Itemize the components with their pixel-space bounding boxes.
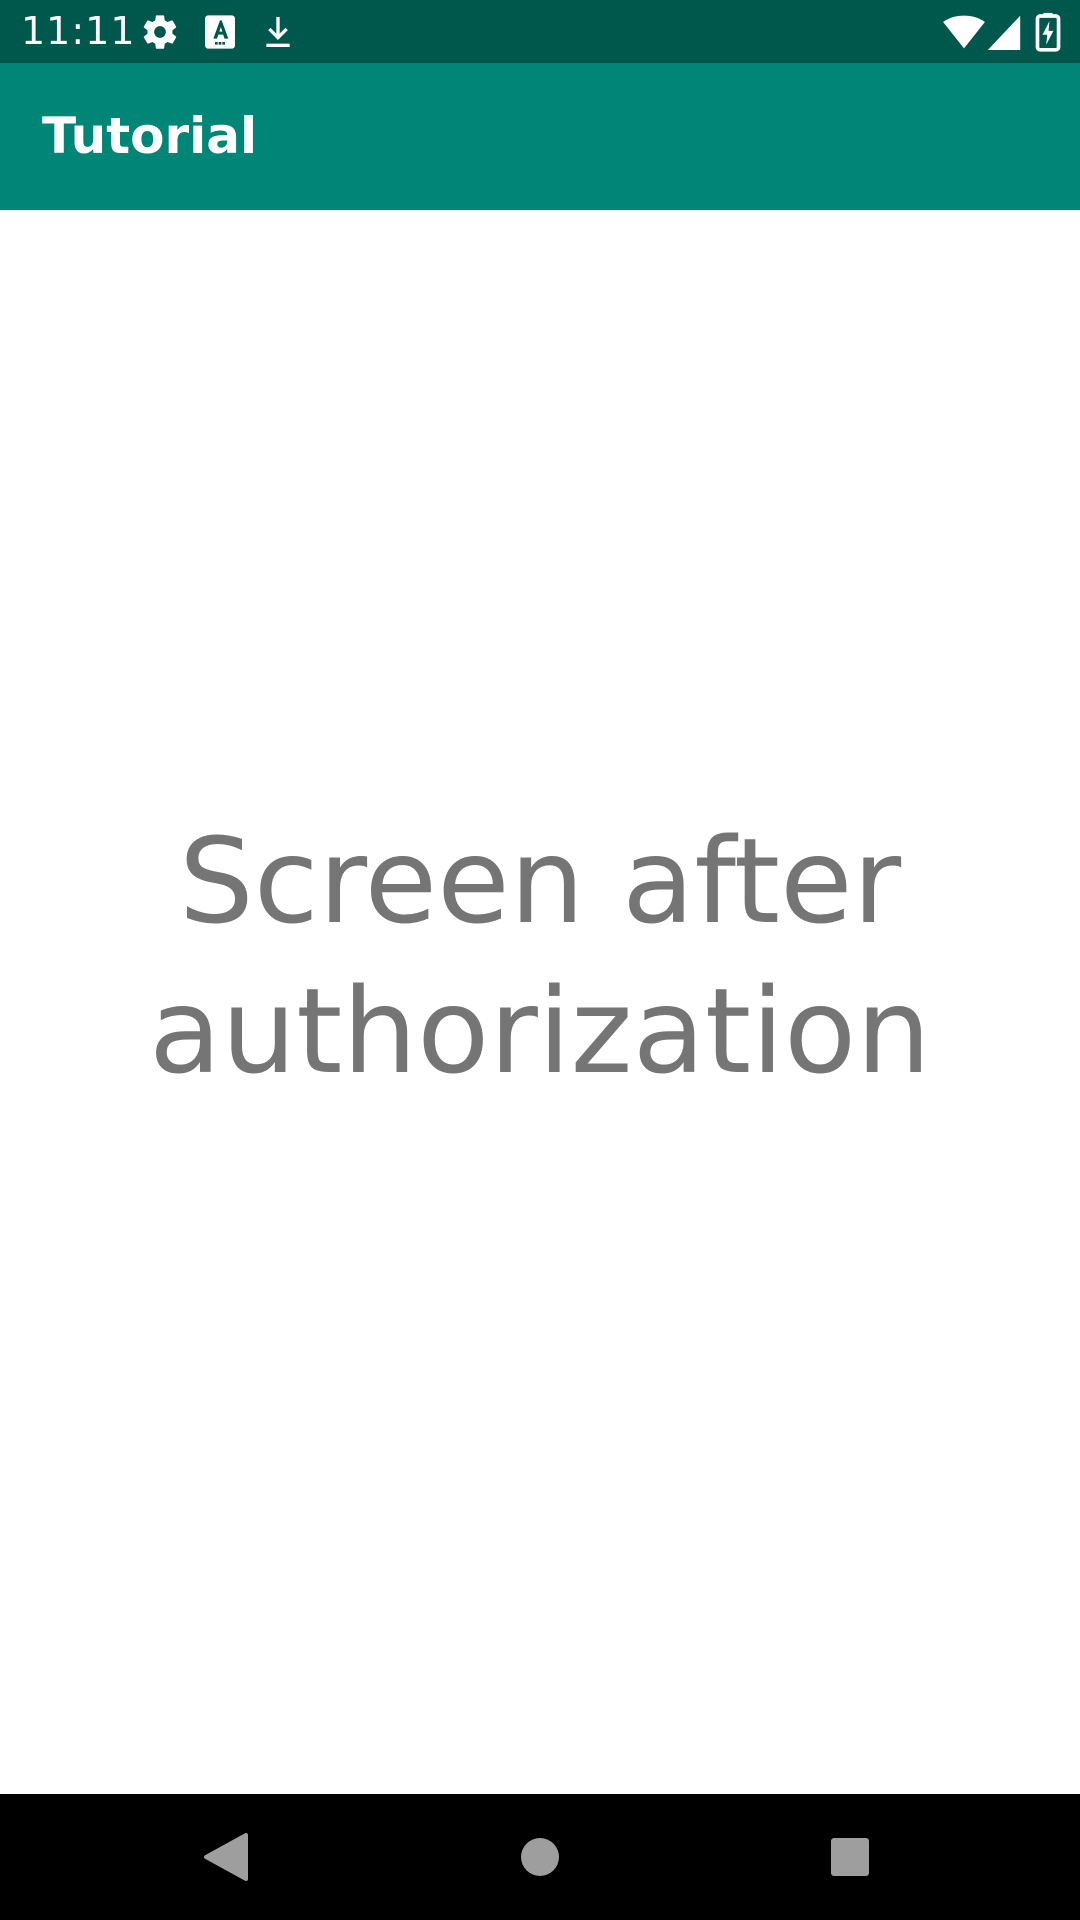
authorization-message: Screen after authorization [149, 812, 931, 1100]
recents-icon[interactable] [810, 1817, 890, 1897]
cell-signal-icon [986, 12, 1022, 52]
screen: 11:11 Tutorial Screen after authorizatio… [0, 0, 1080, 1920]
status-time: 11:11 [21, 9, 136, 53]
font-a-icon [200, 12, 240, 52]
home-icon[interactable] [500, 1817, 580, 1897]
status-bar: 11:11 [0, 0, 1080, 63]
wifi-icon [942, 12, 986, 52]
app-bar: Tutorial [0, 63, 1080, 210]
back-icon[interactable] [186, 1817, 266, 1897]
battery-charging-icon [1034, 12, 1062, 52]
content-area: Screen after authorization [0, 210, 1080, 1794]
download-icon [258, 12, 298, 52]
navigation-bar [0, 1794, 1080, 1920]
settings-icon [140, 12, 180, 52]
app-title: Tutorial [42, 107, 258, 165]
